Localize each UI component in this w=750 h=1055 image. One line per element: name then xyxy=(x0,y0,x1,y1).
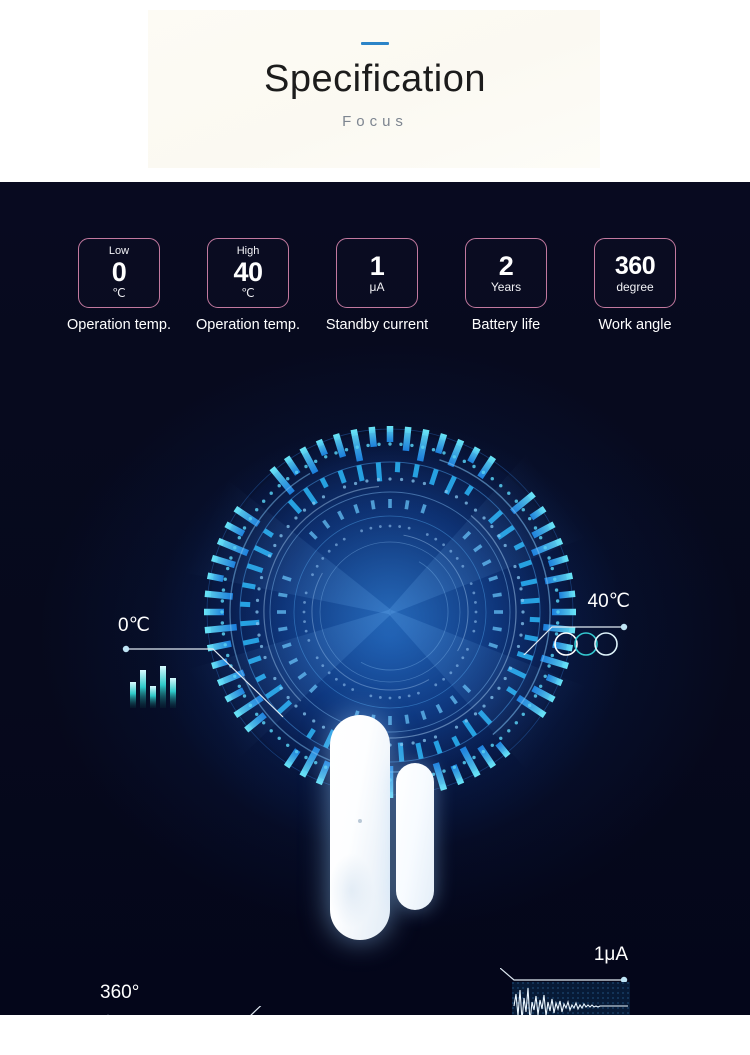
three-rings-icon xyxy=(554,632,618,656)
sensor-body xyxy=(330,715,390,940)
magnet-piece xyxy=(396,763,434,910)
door-window-sensor-device xyxy=(330,715,440,940)
spec-badge-work-angle: 360 degree Work angle xyxy=(572,238,698,333)
badge-value: 0 xyxy=(111,257,127,287)
header-section: Specification Focus xyxy=(0,0,750,182)
badge-unit: Years xyxy=(490,279,522,294)
badge-unit: ℃ xyxy=(241,286,255,300)
badge-caption: Work angle xyxy=(598,317,672,333)
badge-value: 40 xyxy=(233,257,263,287)
product-hero-section: Low 0 ℃ Operation temp. High 40 ℃ Operat… xyxy=(0,182,750,1015)
badge-unit: degree xyxy=(616,279,654,294)
callout-work-angle: 360° xyxy=(100,982,275,1015)
callout-standby-current: 1μA xyxy=(500,944,632,1015)
callout-low-temp: 0℃ xyxy=(118,614,293,759)
badge-box: Low 0 ℃ xyxy=(78,238,160,308)
callout-label: 0℃ xyxy=(118,615,150,636)
spec-badge-standby-current: 1 μA Standby current xyxy=(314,238,440,333)
badge-value: 360 xyxy=(614,251,656,280)
callout-leader-line xyxy=(106,1006,262,1015)
callout-high-temp: 40℃ xyxy=(520,590,632,656)
callout-label: 1μA xyxy=(593,944,628,965)
badge-caption: Standby current xyxy=(325,317,429,333)
callout-label: 360° xyxy=(100,982,140,1003)
callout-label: 40℃ xyxy=(587,591,630,612)
spec-badge-operation-temp-high: High 40 ℃ Operation temp. xyxy=(185,238,311,333)
badge-unit: μA xyxy=(369,279,385,294)
badge-caption: Operation temp. xyxy=(67,317,171,333)
badge-box: High 40 ℃ xyxy=(207,238,289,308)
page-title: Specification xyxy=(264,58,486,100)
badge-box: 2 Years xyxy=(465,238,547,308)
badge-unit: ℃ xyxy=(112,286,126,300)
badge-value: 1 xyxy=(369,250,385,281)
page-subtitle: Focus xyxy=(342,113,408,130)
spec-badge-battery-life: 2 Years Battery life xyxy=(443,238,569,333)
badge-caption: Battery life xyxy=(471,317,541,333)
badge-box: 360 degree xyxy=(594,238,676,308)
badge-value: 2 xyxy=(498,250,514,281)
waveform-icon xyxy=(512,982,630,1015)
footer-whitespace xyxy=(0,1015,750,1055)
badge-box: 1 μA xyxy=(336,238,418,308)
badge-caption: Operation temp. xyxy=(196,317,300,333)
title-rule-divider xyxy=(361,42,389,45)
spec-badge-operation-temp-low: Low 0 ℃ Operation temp. xyxy=(56,238,182,333)
spec-badge-row: Low 0 ℃ Operation temp. High 40 ℃ Operat… xyxy=(0,238,750,363)
bar-chart-icon xyxy=(130,666,176,708)
